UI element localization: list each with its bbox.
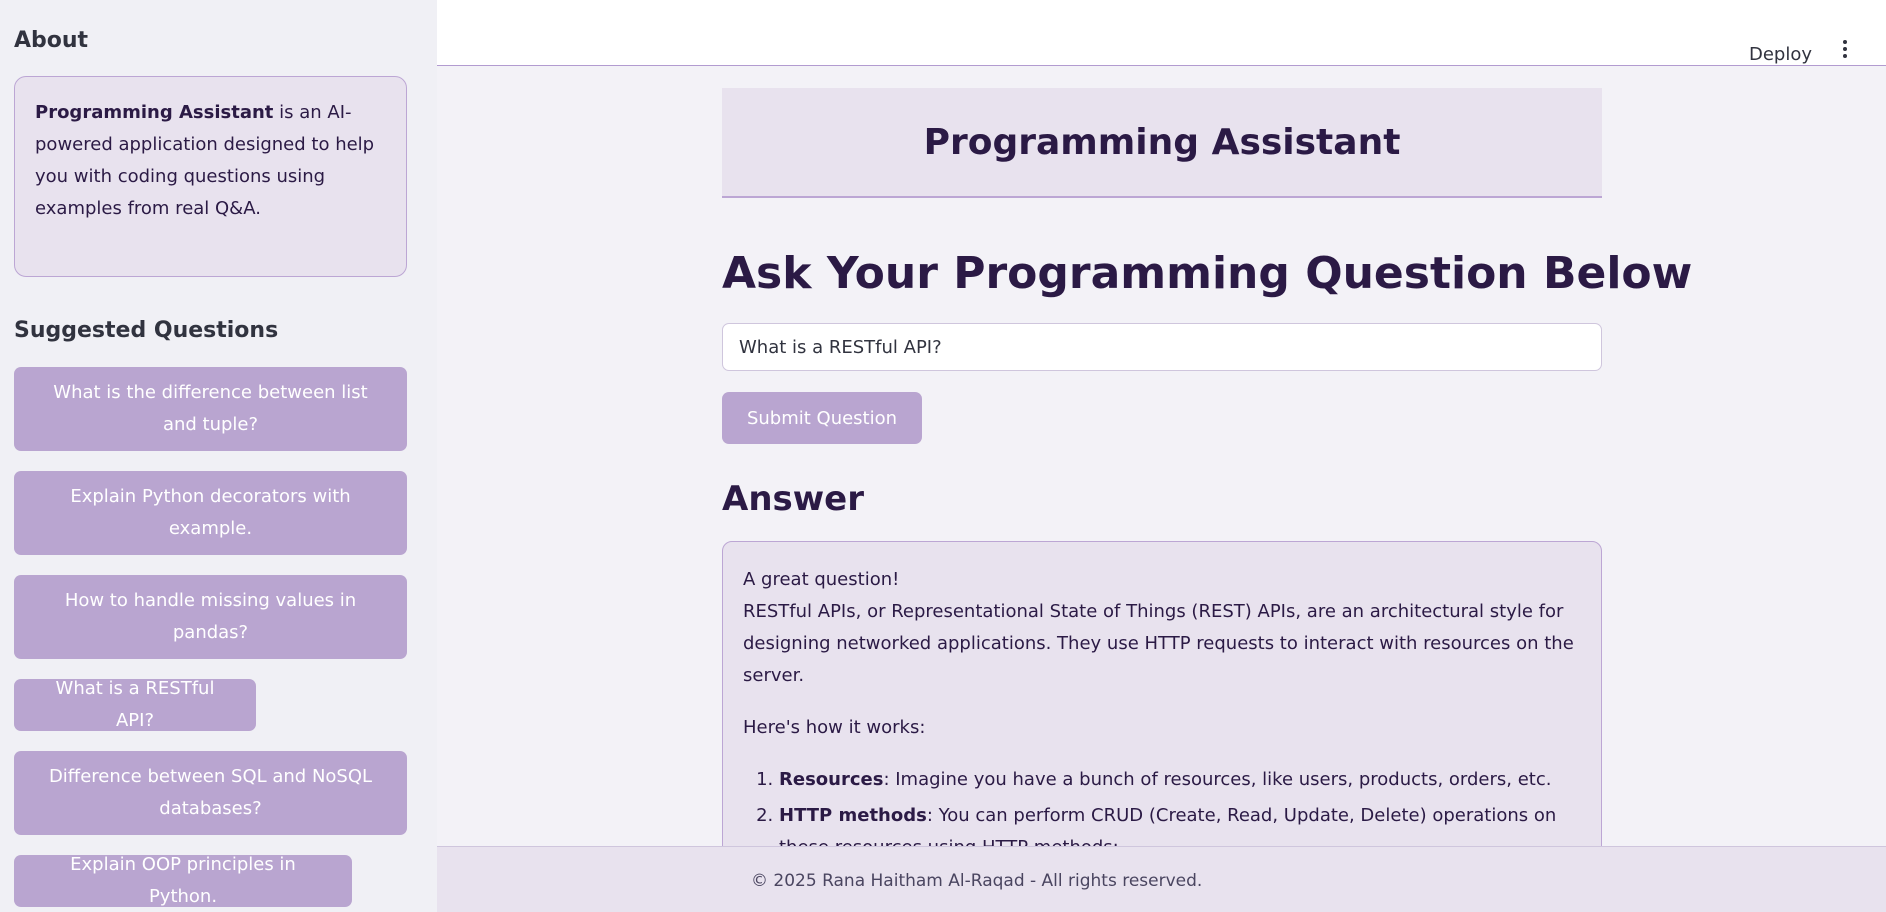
answer-item-title: HTTP methods [779, 805, 927, 826]
answer-how-it-works: Here's how it works: [743, 717, 926, 738]
answer-intro: A great question! [743, 569, 900, 590]
app-title-banner: Programming Assistant [722, 88, 1602, 198]
about-box: Programming Assistant is an AI-powered a… [14, 76, 407, 277]
ask-question-heading: Ask Your Programming Question Below [722, 248, 1693, 299]
suggested-question-button[interactable]: Difference between SQL and NoSQL databas… [14, 751, 407, 835]
answer-item-text: : Imagine you have a bunch of resources,… [883, 769, 1552, 790]
footer-copyright: © 2025 Rana Haitham Al-Raqad - All right… [751, 871, 1203, 891]
main-menu-icon[interactable] [1842, 40, 1848, 60]
answer-item-title: Resources [779, 769, 884, 790]
suggested-question-button[interactable]: Explain Python decorators with example. [14, 471, 407, 555]
suggested-question-button[interactable]: What is the difference between list and … [14, 367, 407, 451]
about-app-name: Programming Assistant [35, 102, 274, 123]
deploy-button[interactable]: Deploy [1749, 44, 1812, 65]
submit-question-button[interactable]: Submit Question [722, 392, 922, 444]
main-content: Deploy Programming Assistant Ask Your Pr… [437, 0, 1886, 912]
question-input[interactable] [722, 323, 1602, 371]
sidebar: About Programming Assistant is an AI-pow… [0, 0, 437, 912]
suggested-questions-heading: Suggested Questions [14, 318, 279, 343]
suggested-question-button[interactable]: How to handle missing values in pandas? [14, 575, 407, 659]
about-heading: About [14, 28, 89, 53]
footer: © 2025 Rana Haitham Al-Raqad - All right… [437, 846, 1886, 912]
answer-heading: Answer [722, 479, 864, 519]
top-bar: Deploy [437, 0, 1886, 66]
suggested-question-button[interactable]: What is a RESTful API? [14, 678, 256, 731]
suggested-question-button[interactable]: Explain OOP principles in Python. [14, 854, 352, 907]
answer-description: RESTful APIs, or Representational State … [743, 601, 1574, 686]
answer-list-item: Resources: Imagine you have a bunch of r… [779, 764, 1581, 796]
